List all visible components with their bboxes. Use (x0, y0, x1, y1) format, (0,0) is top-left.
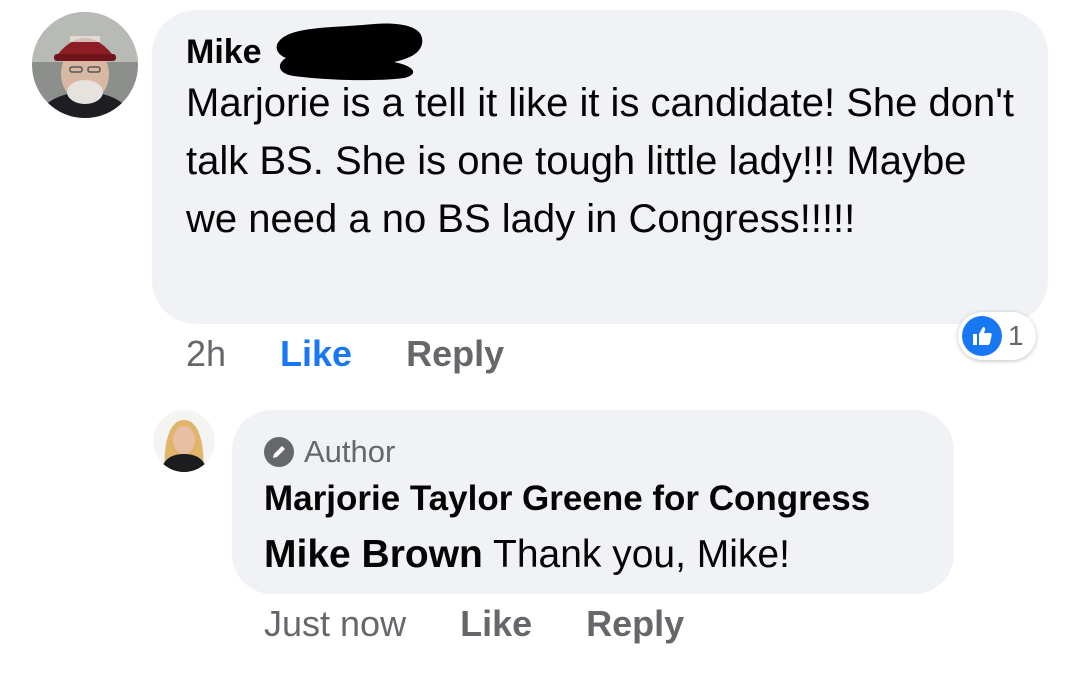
comment-actions: 2h Like Reply (186, 332, 504, 376)
page-name[interactable]: Marjorie Taylor Greene for Congress (264, 476, 924, 522)
reply-actions: Just now Like Reply (264, 602, 684, 646)
reply-reply-button[interactable]: Reply (586, 602, 684, 646)
commenter-name-wrap[interactable]: Mike (186, 23, 423, 81)
like-button[interactable]: Like (280, 332, 352, 376)
reply-like-button[interactable]: Like (460, 602, 532, 646)
redaction-mark (276, 23, 423, 81)
reply-text: Mike Brown Thank you, Mike! (264, 528, 924, 582)
commenter-name[interactable]: Mike (186, 33, 262, 71)
commenter-avatar[interactable] (32, 12, 138, 118)
comment-timestamp[interactable]: 2h (186, 332, 226, 376)
author-badge-label: Author (304, 434, 396, 469)
page-avatar[interactable] (153, 410, 215, 472)
pencil-icon (264, 437, 294, 467)
reply-timestamp[interactable]: Just now (264, 602, 406, 646)
comment-thread: Mike Marjorie is a tell it like it is ca… (0, 0, 1080, 678)
author-badge: Author (264, 432, 924, 472)
reply-body: Thank you, Mike! (482, 533, 790, 576)
comment-text: Marjorie is a tell it like it is candida… (186, 81, 1015, 241)
reaction-summary[interactable]: 1 (958, 312, 1036, 360)
reply-button[interactable]: Reply (406, 332, 504, 376)
reply-bubble: Author Marjorie Taylor Greene for Congre… (232, 410, 954, 594)
like-reaction-icon (962, 316, 1002, 356)
reaction-count: 1 (1008, 320, 1024, 351)
comment-bubble: Mike Marjorie is a tell it like it is ca… (152, 10, 1048, 324)
mention-link[interactable]: Mike Brown (264, 533, 483, 576)
